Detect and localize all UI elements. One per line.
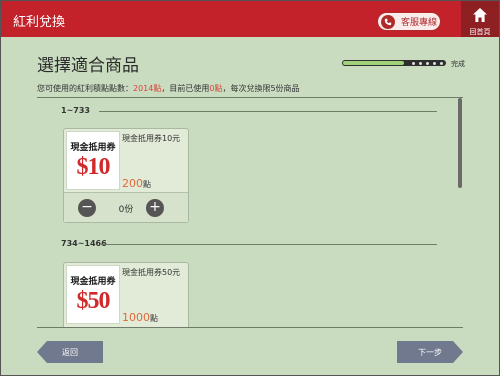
- points-unit: 點: [150, 314, 158, 323]
- used-points: 0點: [209, 84, 223, 93]
- points-info-mid: ，目前已使用: [161, 84, 210, 93]
- product-card[interactable]: 現金抵用券 $50 現金抵用券50元 1000點: [63, 262, 189, 327]
- next-button[interactable]: 下一步: [397, 341, 463, 363]
- list-scrollbar[interactable]: [458, 98, 462, 188]
- voucher-image-label: 現金抵用券: [70, 277, 116, 287]
- points-info-prefix: 您可使用的紅利積點點數：: [37, 84, 133, 93]
- points-info: 您可使用的紅利積點點數：2014點，目前已使用0點，每次兌換限5份商品: [37, 83, 300, 94]
- voucher-image: 現金抵用券 $50: [66, 265, 120, 324]
- progress-step-dot: [440, 62, 443, 65]
- voucher-image-label: 現金抵用券: [70, 143, 116, 153]
- section-range-heading: 1~733: [61, 106, 90, 115]
- app-frame: 紅利兌換 客服專線 回首頁 選擇適合商品 完成 您可使用的紅利積點點數：2014…: [0, 0, 500, 376]
- progress-step-dot: [426, 62, 429, 65]
- customer-service-button[interactable]: 客服專線: [377, 12, 441, 31]
- home-icon: [473, 8, 487, 22]
- section-divider: [99, 111, 437, 112]
- home-label: 回首頁: [469, 28, 491, 36]
- quantity-stepper: − 0份 +: [64, 192, 188, 222]
- footer-divider: [37, 327, 463, 328]
- section-range-heading: 734~1466: [61, 239, 107, 248]
- product-name: 現金抵用券50元: [122, 268, 181, 277]
- available-points: 2014點: [133, 84, 162, 93]
- app-title: 紅利兌換: [13, 15, 66, 30]
- quantity-value: 0份: [118, 205, 134, 215]
- increase-quantity-button[interactable]: +: [146, 199, 164, 217]
- points-value: 1000: [122, 311, 150, 324]
- points-value: 200: [122, 177, 143, 190]
- progress-step-dot: [419, 62, 422, 65]
- progress-steps: [412, 62, 443, 65]
- page-title: 選擇適合商品: [37, 56, 139, 76]
- phone-icon: [381, 14, 395, 29]
- progress-step-dot: [433, 62, 436, 65]
- progress-fill: [343, 61, 405, 65]
- product-list[interactable]: 1~733 現金抵用券 $10 現金抵用券10元 200點 − 0份 + 734…: [37, 98, 463, 327]
- top-bar: 紅利兌換 客服專線 回首頁: [1, 1, 499, 37]
- voucher-image-value: $10: [76, 154, 111, 180]
- customer-service-label: 客服專線: [401, 18, 438, 28]
- decrease-quantity-button[interactable]: −: [78, 199, 96, 217]
- progress-step-dot: [412, 62, 415, 65]
- product-name: 現金抵用券10元: [122, 134, 181, 143]
- product-points: 200點: [122, 177, 151, 190]
- product-card[interactable]: 現金抵用券 $10 現金抵用券10元 200點 − 0份 +: [63, 128, 189, 223]
- product-points: 1000點: [122, 311, 158, 324]
- home-button[interactable]: 回首頁: [461, 1, 499, 37]
- points-info-suffix: ，每次兌換限5份商品: [222, 84, 300, 93]
- section-divider: [101, 244, 437, 245]
- voucher-image-value: $50: [76, 288, 111, 314]
- back-button[interactable]: 返回: [37, 341, 103, 363]
- progress-label: 完成: [451, 60, 465, 68]
- points-unit: 點: [143, 180, 151, 189]
- voucher-image: 現金抵用券 $10: [66, 131, 120, 190]
